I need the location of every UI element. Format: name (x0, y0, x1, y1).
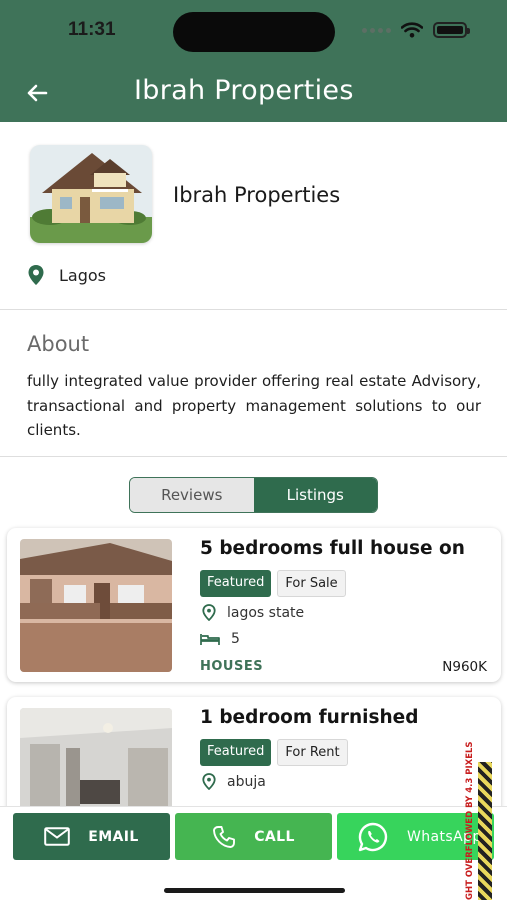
listing-badges: Featured For Rent (200, 739, 348, 766)
phone-icon (213, 825, 236, 848)
featured-badge: Featured (200, 570, 272, 597)
agency-location: Lagos (27, 264, 106, 286)
listing-bedrooms: 5 (200, 631, 240, 647)
signal-icon (362, 27, 391, 33)
listing-type: HOUSES (200, 659, 264, 674)
battery-icon (433, 22, 470, 38)
status-badge: For Sale (277, 570, 346, 597)
agency-logo (30, 145, 152, 243)
divider (0, 456, 507, 457)
about-heading: About (27, 332, 90, 356)
listing-location: lagos state (202, 604, 304, 621)
bedroom-count: 5 (231, 631, 240, 647)
tab-reviews[interactable]: Reviews (130, 478, 254, 512)
listing-location: abuja (202, 773, 266, 790)
listing-title: 5 bedrooms full house on (200, 538, 465, 559)
app-header: 11:31 Ibrah Properties (0, 0, 507, 122)
tab-listings[interactable]: Listings (253, 478, 377, 512)
location-pin-icon (202, 604, 216, 621)
listing-card[interactable]: 5 bedrooms full house on Featured For Sa… (7, 528, 501, 682)
email-button[interactable]: EMAIL (13, 813, 170, 860)
listing-location-text: lagos state (227, 604, 305, 621)
email-label: EMAIL (88, 828, 139, 845)
listing-location-text: abuja (227, 773, 266, 790)
overflow-stripe (478, 762, 492, 900)
segment-tabs: Reviews Listings (129, 477, 378, 513)
whatsapp-icon (358, 822, 388, 851)
divider (0, 309, 507, 310)
call-button[interactable]: CALL (175, 813, 332, 860)
wifi-icon (401, 22, 423, 38)
location-pin-icon (202, 773, 216, 790)
bed-icon (200, 634, 220, 645)
call-label: CALL (254, 828, 295, 845)
back-arrow-icon[interactable] (22, 78, 52, 108)
mail-icon (44, 827, 71, 846)
dynamic-island (173, 12, 335, 52)
listing-title: 1 bedroom furnished (200, 707, 419, 728)
agency-name: Ibrah Properties (173, 183, 341, 207)
status-icons (362, 22, 470, 38)
location-text: Lagos (59, 265, 106, 285)
featured-badge: Featured (200, 739, 272, 766)
bottom-action-bar: EMAIL CALL WhatsApp (0, 806, 507, 900)
listing-image (20, 539, 172, 672)
status-badge: For Rent (277, 739, 348, 766)
about-text: fully integrated value provider offering… (27, 372, 481, 439)
home-indicator (164, 888, 345, 893)
page-title: Ibrah Properties (134, 75, 354, 106)
listing-price: N960K (442, 659, 487, 675)
location-pin-icon (28, 265, 44, 285)
overflow-warning-text: GHT OVERFLOWED BY 4.3 PIXELS (465, 741, 475, 900)
listing-badges: Featured For Sale (200, 570, 346, 597)
status-time: 11:31 (68, 19, 116, 40)
